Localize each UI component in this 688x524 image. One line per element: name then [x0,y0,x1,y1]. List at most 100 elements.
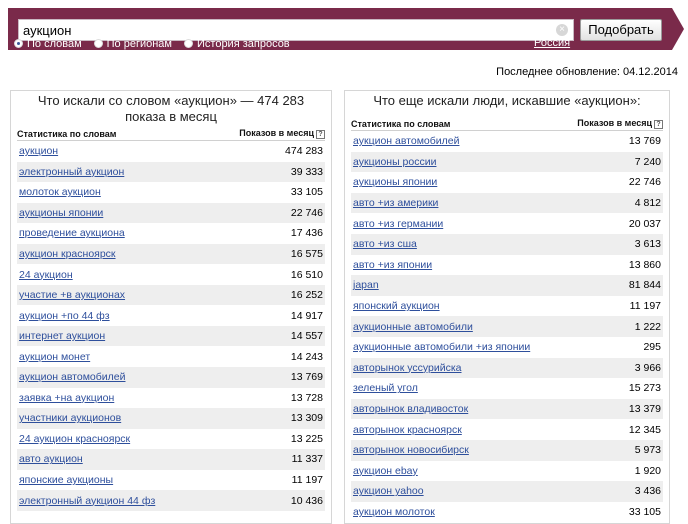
query-link[interactable]: авто +из германии [353,218,443,230]
query-link[interactable]: аукционы японии [19,207,103,219]
query-link[interactable]: зеленый угол [353,382,418,394]
mode-label: По регионам [106,37,172,50]
table-row: авторынок уссурийска 3 966 [351,357,663,379]
query-link[interactable]: электронный аукцион 44 фз [19,495,155,507]
table-row: участники аукционов 13 309 [17,408,325,429]
query-link[interactable]: аукцион [19,145,58,157]
table-row: авто +из германии 20 037 [351,213,663,234]
impressions-count: 14 243 [290,350,323,363]
impressions-count: 13 225 [290,432,323,445]
impressions-count: 12 345 [628,423,661,436]
impressions-count: 33 105 [628,505,661,518]
query-link[interactable]: аукцион монет [19,351,90,363]
query-link[interactable]: аукцион красноярск [19,248,116,260]
query-link[interactable]: проведение аукциона [19,227,125,239]
query-link[interactable]: участники аукционов [19,412,121,424]
query-link[interactable]: 24 аукцион красноярск [19,433,130,445]
radio-icon[interactable] [14,39,23,48]
query-link[interactable]: авторынок уссурийска [353,362,462,374]
query-link[interactable]: аукцион автомобилей [19,371,126,383]
query-link[interactable]: 24 аукцион [19,269,73,281]
query-link[interactable]: авто аукцион [19,453,83,465]
table-row: интернет аукцион 14 557 [17,325,325,347]
query-link[interactable]: аукцион yahoo [353,485,424,497]
query-link[interactable]: авторынок новосибирск [353,444,469,456]
right-table-header: Статистика по словам Показов в месяц? [351,117,663,131]
table-row: авторынок владивосток 13 379 [351,398,663,420]
table-row: аукционные автомобили +из японии 295 [351,337,663,358]
query-link[interactable]: аукционные автомобили +из японии [353,341,530,353]
question-icon[interactable]: ? [654,120,663,129]
impressions-count: 22 746 [290,206,323,219]
query-link[interactable]: авторынок владивосток [353,403,468,415]
mode-history[interactable]: История запросов [184,38,290,50]
impressions-count: 1 920 [634,464,661,477]
table-row: аукцион yahoo 3 436 [351,481,663,502]
impressions-count: 7 240 [634,155,661,168]
query-link[interactable]: молоток аукцион [19,186,101,198]
radio-icon[interactable] [184,39,193,48]
query-link[interactable]: авто +из сша [353,238,417,250]
question-icon[interactable]: ? [316,130,325,139]
query-link[interactable]: аукционные автомобили [353,321,473,333]
table-row: аукцион 474 283 [17,141,325,162]
impressions-count: 4 812 [634,197,661,210]
table-row: аукционы россии 7 240 [351,151,663,173]
mode-label: По словам [27,37,82,50]
mode-by-words[interactable]: По словам [14,38,82,50]
impressions-count: 13 860 [628,258,661,271]
left-rows: аукцион 474 283 электронный аукцион 39 333 м… [17,141,325,511]
table-row: аукцион молоток 33 105 [351,502,663,523]
pick-button[interactable]: Подобрать [580,19,662,41]
impressions-count: 14 557 [290,330,323,343]
query-link[interactable]: аукцион молоток [353,506,435,518]
right-panel: Что еще искали люди, искавшие «аукцион»:… [344,90,670,524]
query-link[interactable]: авто +из японии [353,259,432,271]
table-row: аукцион красноярск 16 575 [17,243,325,265]
query-link[interactable]: интернет аукцион [19,330,105,342]
table-row: аукцион монет 14 243 [17,346,325,367]
table-row: аукцион ebay 1 920 [351,461,663,482]
radio-icon[interactable] [93,39,103,48]
query-link[interactable]: аукцион +по 44 фз [19,310,110,322]
table-row: авто +из америки 4 812 [351,192,663,214]
impressions-count: 39 333 [290,165,323,178]
clear-icon[interactable]: × [556,24,568,36]
table-row: электронный аукцион 44 фз 10 436 [17,490,325,511]
impressions-count: 3 613 [634,238,661,251]
table-row: участие +в аукционах 16 252 [17,284,325,306]
impressions-count: 81 844 [628,279,661,292]
query-link[interactable]: электронный аукцион [19,166,124,178]
query-link[interactable]: японские аукционы [19,474,113,486]
impressions-count: 11 197 [629,300,661,313]
query-link[interactable]: аукцион автомобилей [353,135,460,147]
query-link[interactable]: заявка +на аукцион [19,392,114,404]
query-link[interactable]: участие +в аукционах [19,289,125,301]
col-count-header: Показов в месяц [577,118,652,128]
impressions-count: 16 575 [290,248,323,260]
impressions-count: 13 769 [628,135,661,148]
query-link[interactable]: аукционы россии [353,156,436,168]
mode-by-regions[interactable]: По регионам [93,37,172,50]
region-link[interactable]: Россия [534,37,570,49]
table-row: авто +из японии 13 860 [351,255,663,276]
table-row: аукционы японии 22 746 [351,172,663,193]
search-input[interactable] [23,22,543,38]
query-link[interactable]: аукцион ebay [353,465,418,477]
table-row: молоток аукцион 33 105 [17,182,325,203]
table-row: авто +из сша 3 613 [351,233,663,255]
table-row: зеленый угол 15 273 [351,378,663,399]
table-row: электронный аукцион 39 333 [17,161,325,183]
query-link[interactable]: авторынок красноярск [353,424,462,436]
query-link[interactable]: japan [353,279,379,291]
impressions-count: 13 309 [290,412,323,425]
impressions-count: 22 746 [628,176,661,189]
impressions-count: 3 966 [634,361,661,374]
query-link[interactable]: авто +из америки [353,197,438,209]
col-query-header: Статистика по словам [351,118,451,129]
table-row: авторынок красноярск 12 345 [351,419,663,440]
query-link[interactable]: японский аукцион [353,300,440,312]
table-row: аукционы японии 22 746 [17,202,325,224]
impressions-count: 3 436 [634,485,661,498]
query-link[interactable]: аукционы японии [353,176,437,188]
